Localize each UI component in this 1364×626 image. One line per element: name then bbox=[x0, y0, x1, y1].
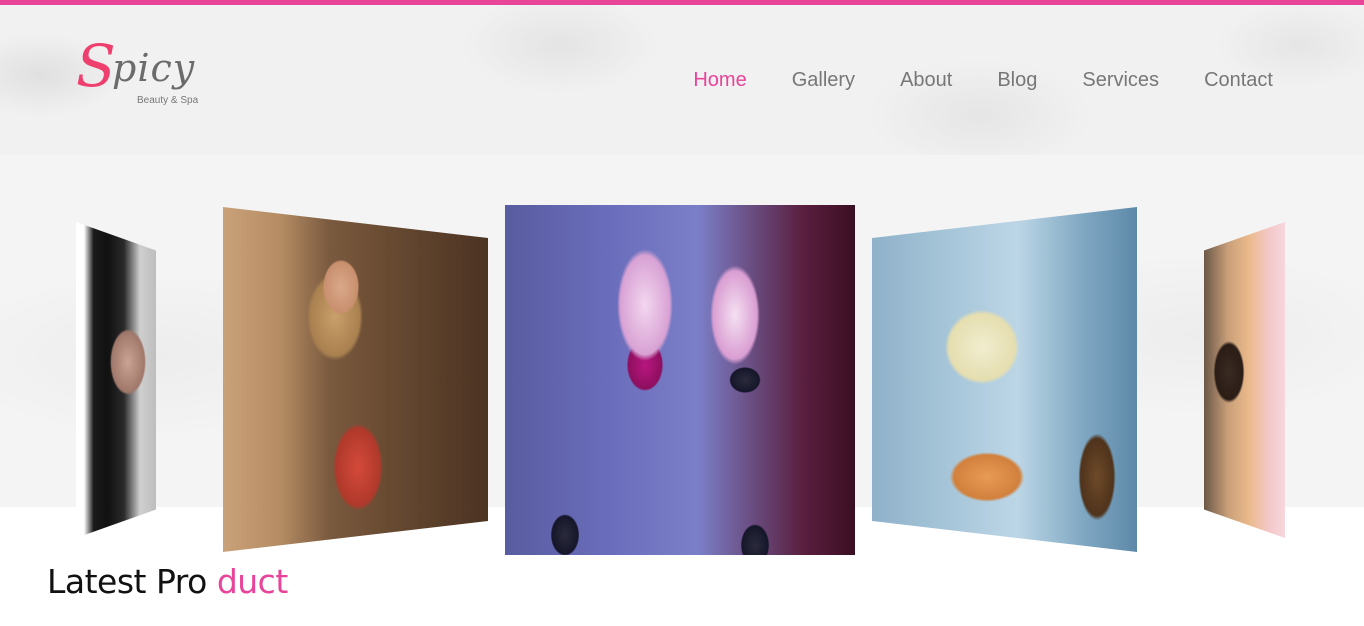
carousel-slide-orchids-and-stones[interactable] bbox=[505, 205, 855, 555]
main-nav: Home Gallery About Blog Services Contact bbox=[648, 68, 1273, 92]
carousel-slide-woman-dark-hair[interactable] bbox=[76, 222, 156, 538]
carousel-slide-spa-massage[interactable] bbox=[1204, 222, 1285, 538]
logo-tagline: Beauty & Spa bbox=[137, 95, 199, 106]
logo-initial: S bbox=[76, 32, 116, 100]
logo-name: picy bbox=[112, 46, 196, 90]
section-title-part1: Latest Pro bbox=[47, 562, 217, 601]
carousel-slide-woman-wooden-door[interactable] bbox=[223, 207, 488, 552]
nav-services[interactable]: Services bbox=[1082, 68, 1159, 92]
nav-about[interactable]: About bbox=[900, 68, 952, 92]
section-title: Latest Pro duct bbox=[47, 562, 288, 601]
nav-blog[interactable]: Blog bbox=[997, 68, 1037, 92]
site-header: S picy Beauty & Spa Home Gallery About B… bbox=[0, 5, 1364, 155]
nav-contact[interactable]: Contact bbox=[1204, 68, 1273, 92]
nav-home[interactable]: Home bbox=[693, 68, 746, 92]
logo[interactable]: S picy Beauty & Spa bbox=[76, 37, 216, 115]
section-title-accent: duct bbox=[216, 562, 288, 601]
carousel-slide-orchids-and-candles[interactable] bbox=[872, 207, 1137, 552]
nav-gallery[interactable]: Gallery bbox=[792, 68, 855, 92]
